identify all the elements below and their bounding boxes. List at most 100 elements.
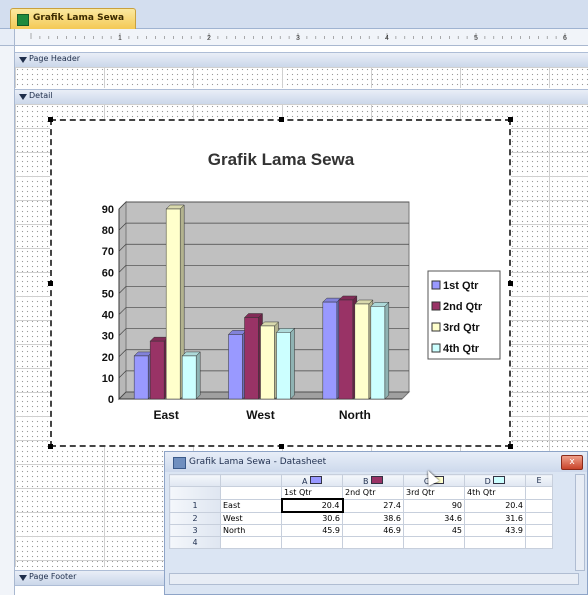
row-header[interactable]: 2 bbox=[169, 511, 221, 525]
corner-cell[interactable] bbox=[169, 474, 221, 487]
table-cell[interactable]: 27.4 bbox=[342, 498, 404, 513]
chart-title: Grafik Lama Sewa bbox=[208, 150, 355, 169]
datasheet-titlebar[interactable]: Grafik Lama Sewa - Datasheet x bbox=[165, 452, 587, 472]
detail-label: Detail bbox=[29, 91, 53, 100]
table-row: 4 bbox=[169, 536, 553, 549]
resize-handle[interactable] bbox=[508, 117, 513, 122]
horizontal-ruler[interactable]: 1 2 3 4 5 6 bbox=[15, 29, 588, 46]
document-tab-bar: Grafik Lama Sewa bbox=[0, 0, 588, 29]
page-header-band[interactable]: Page Header bbox=[15, 52, 588, 68]
table-cell[interactable]: West bbox=[220, 511, 282, 525]
y-tick-label: 40 bbox=[102, 310, 114, 322]
bar-series-icon bbox=[493, 475, 506, 484]
table-cell[interactable]: 20.4 bbox=[464, 498, 526, 513]
bar bbox=[149, 340, 165, 400]
band-expand-icon bbox=[19, 575, 27, 581]
page-header-label: Page Header bbox=[29, 54, 81, 63]
table-cell[interactable]: East bbox=[220, 498, 282, 513]
tab-label: Grafik Lama Sewa bbox=[33, 13, 125, 23]
table-cell[interactable]: 31.6 bbox=[464, 511, 526, 525]
page-footer-label: Page Footer bbox=[29, 572, 77, 581]
table-cell[interactable]: 1st Qtr bbox=[281, 486, 343, 500]
y-tick-label: 60 bbox=[102, 267, 114, 279]
band-expand-icon bbox=[19, 57, 27, 63]
ruler-label: 5 bbox=[474, 35, 478, 42]
table-cell[interactable] bbox=[525, 486, 553, 500]
column-header-b[interactable]: B bbox=[342, 474, 404, 487]
table-cell[interactable] bbox=[525, 511, 553, 525]
table-cell[interactable] bbox=[525, 524, 553, 537]
table-cell[interactable]: North bbox=[220, 524, 282, 537]
legend-swatch bbox=[431, 322, 441, 332]
bar bbox=[165, 208, 181, 400]
x-tick-label: North bbox=[339, 408, 371, 422]
table-cell[interactable] bbox=[525, 536, 553, 549]
table-cell[interactable]: 34.6 bbox=[403, 511, 465, 525]
ruler-corner[interactable] bbox=[0, 29, 15, 46]
table-cell[interactable]: 38.6 bbox=[342, 511, 404, 525]
chart-object[interactable]: Grafik Lama Sewa 0 10 20 30 40 50 60 70 80 90 East… bbox=[50, 119, 511, 447]
table-cell[interactable] bbox=[403, 536, 465, 549]
vertical-scrollbar[interactable] bbox=[575, 474, 585, 571]
legend-swatch bbox=[431, 301, 441, 311]
row-header[interactable]: 1 bbox=[169, 498, 221, 513]
table-cell[interactable]: 45.9 bbox=[281, 524, 343, 537]
bar bbox=[260, 325, 275, 400]
legend-label: 1st Qtr bbox=[443, 280, 479, 292]
chart-svg: Grafik Lama Sewa 0 10 20 30 40 50 60 70 80 90 East… bbox=[102, 150, 501, 422]
table-cell[interactable]: 90 bbox=[403, 498, 465, 513]
y-tick-label: 30 bbox=[102, 331, 114, 343]
bar bbox=[181, 355, 197, 400]
bar-side bbox=[195, 351, 201, 400]
datasheet-grid[interactable]: A B C D E 1st Qtr 2nd Qtr 3rd Qtr 4th Qt… bbox=[169, 474, 553, 549]
table-cell-selected[interactable]: 20.4 bbox=[280, 498, 344, 513]
table-cell[interactable]: 45 bbox=[403, 524, 465, 537]
ruler-label: 4 bbox=[385, 35, 389, 42]
table-cell[interactable] bbox=[464, 536, 526, 549]
resize-handle[interactable] bbox=[279, 444, 284, 449]
detail-band[interactable]: Detail bbox=[15, 89, 588, 105]
table-cell[interactable]: 43.9 bbox=[464, 524, 526, 537]
page-header-section[interactable] bbox=[15, 67, 588, 88]
vertical-ruler[interactable] bbox=[0, 46, 15, 595]
column-letter: A bbox=[301, 476, 308, 486]
resize-handle[interactable] bbox=[508, 281, 513, 286]
resize-handle[interactable] bbox=[508, 444, 513, 449]
table-cell[interactable] bbox=[342, 536, 404, 549]
x-tick-label: West bbox=[246, 408, 274, 422]
resize-handle[interactable] bbox=[279, 117, 284, 122]
y-tick-label: 80 bbox=[102, 225, 114, 237]
table-cell[interactable]: 2nd Qtr bbox=[342, 486, 404, 500]
tab-grafik-lama-sewa[interactable]: Grafik Lama Sewa bbox=[10, 8, 136, 29]
bar-series-icon bbox=[310, 475, 323, 484]
series-name-row: 1st Qtr 2nd Qtr 3rd Qtr 4th Qtr bbox=[169, 486, 553, 500]
bar bbox=[276, 332, 291, 400]
resize-handle[interactable] bbox=[48, 117, 53, 122]
row-header[interactable]: 3 bbox=[169, 524, 221, 537]
column-header-e[interactable]: E bbox=[525, 474, 553, 487]
row-header-blank[interactable] bbox=[169, 486, 221, 500]
table-cell[interactable]: 4th Qtr bbox=[464, 486, 526, 500]
resize-handle[interactable] bbox=[48, 444, 53, 449]
table-cell[interactable] bbox=[220, 486, 282, 500]
table-cell[interactable]: 30.6 bbox=[281, 511, 343, 525]
bar bbox=[338, 299, 354, 400]
y-tick-label: 20 bbox=[102, 352, 114, 364]
y-tick-label: 50 bbox=[102, 288, 114, 300]
bar bbox=[244, 317, 259, 400]
table-cell[interactable]: 46.9 bbox=[342, 524, 404, 537]
table-cell[interactable] bbox=[281, 536, 343, 549]
horizontal-scrollbar[interactable] bbox=[169, 573, 579, 585]
table-cell[interactable]: 3rd Qtr bbox=[403, 486, 465, 500]
column-header-a[interactable]: A bbox=[281, 474, 343, 487]
table-cell[interactable] bbox=[525, 498, 553, 513]
resize-handle[interactable] bbox=[48, 281, 53, 286]
table-cell[interactable] bbox=[220, 536, 282, 549]
column-header-d[interactable]: D bbox=[464, 474, 526, 487]
y-tick-label: 0 bbox=[108, 394, 114, 406]
datasheet-window[interactable]: Grafik Lama Sewa - Datasheet x A B C D E… bbox=[164, 451, 588, 595]
table-row: 2 West 30.6 38.6 34.6 31.6 bbox=[169, 511, 553, 525]
close-button[interactable]: x bbox=[561, 455, 583, 470]
row-label-column-header[interactable] bbox=[220, 474, 282, 487]
row-header[interactable]: 4 bbox=[169, 536, 221, 549]
